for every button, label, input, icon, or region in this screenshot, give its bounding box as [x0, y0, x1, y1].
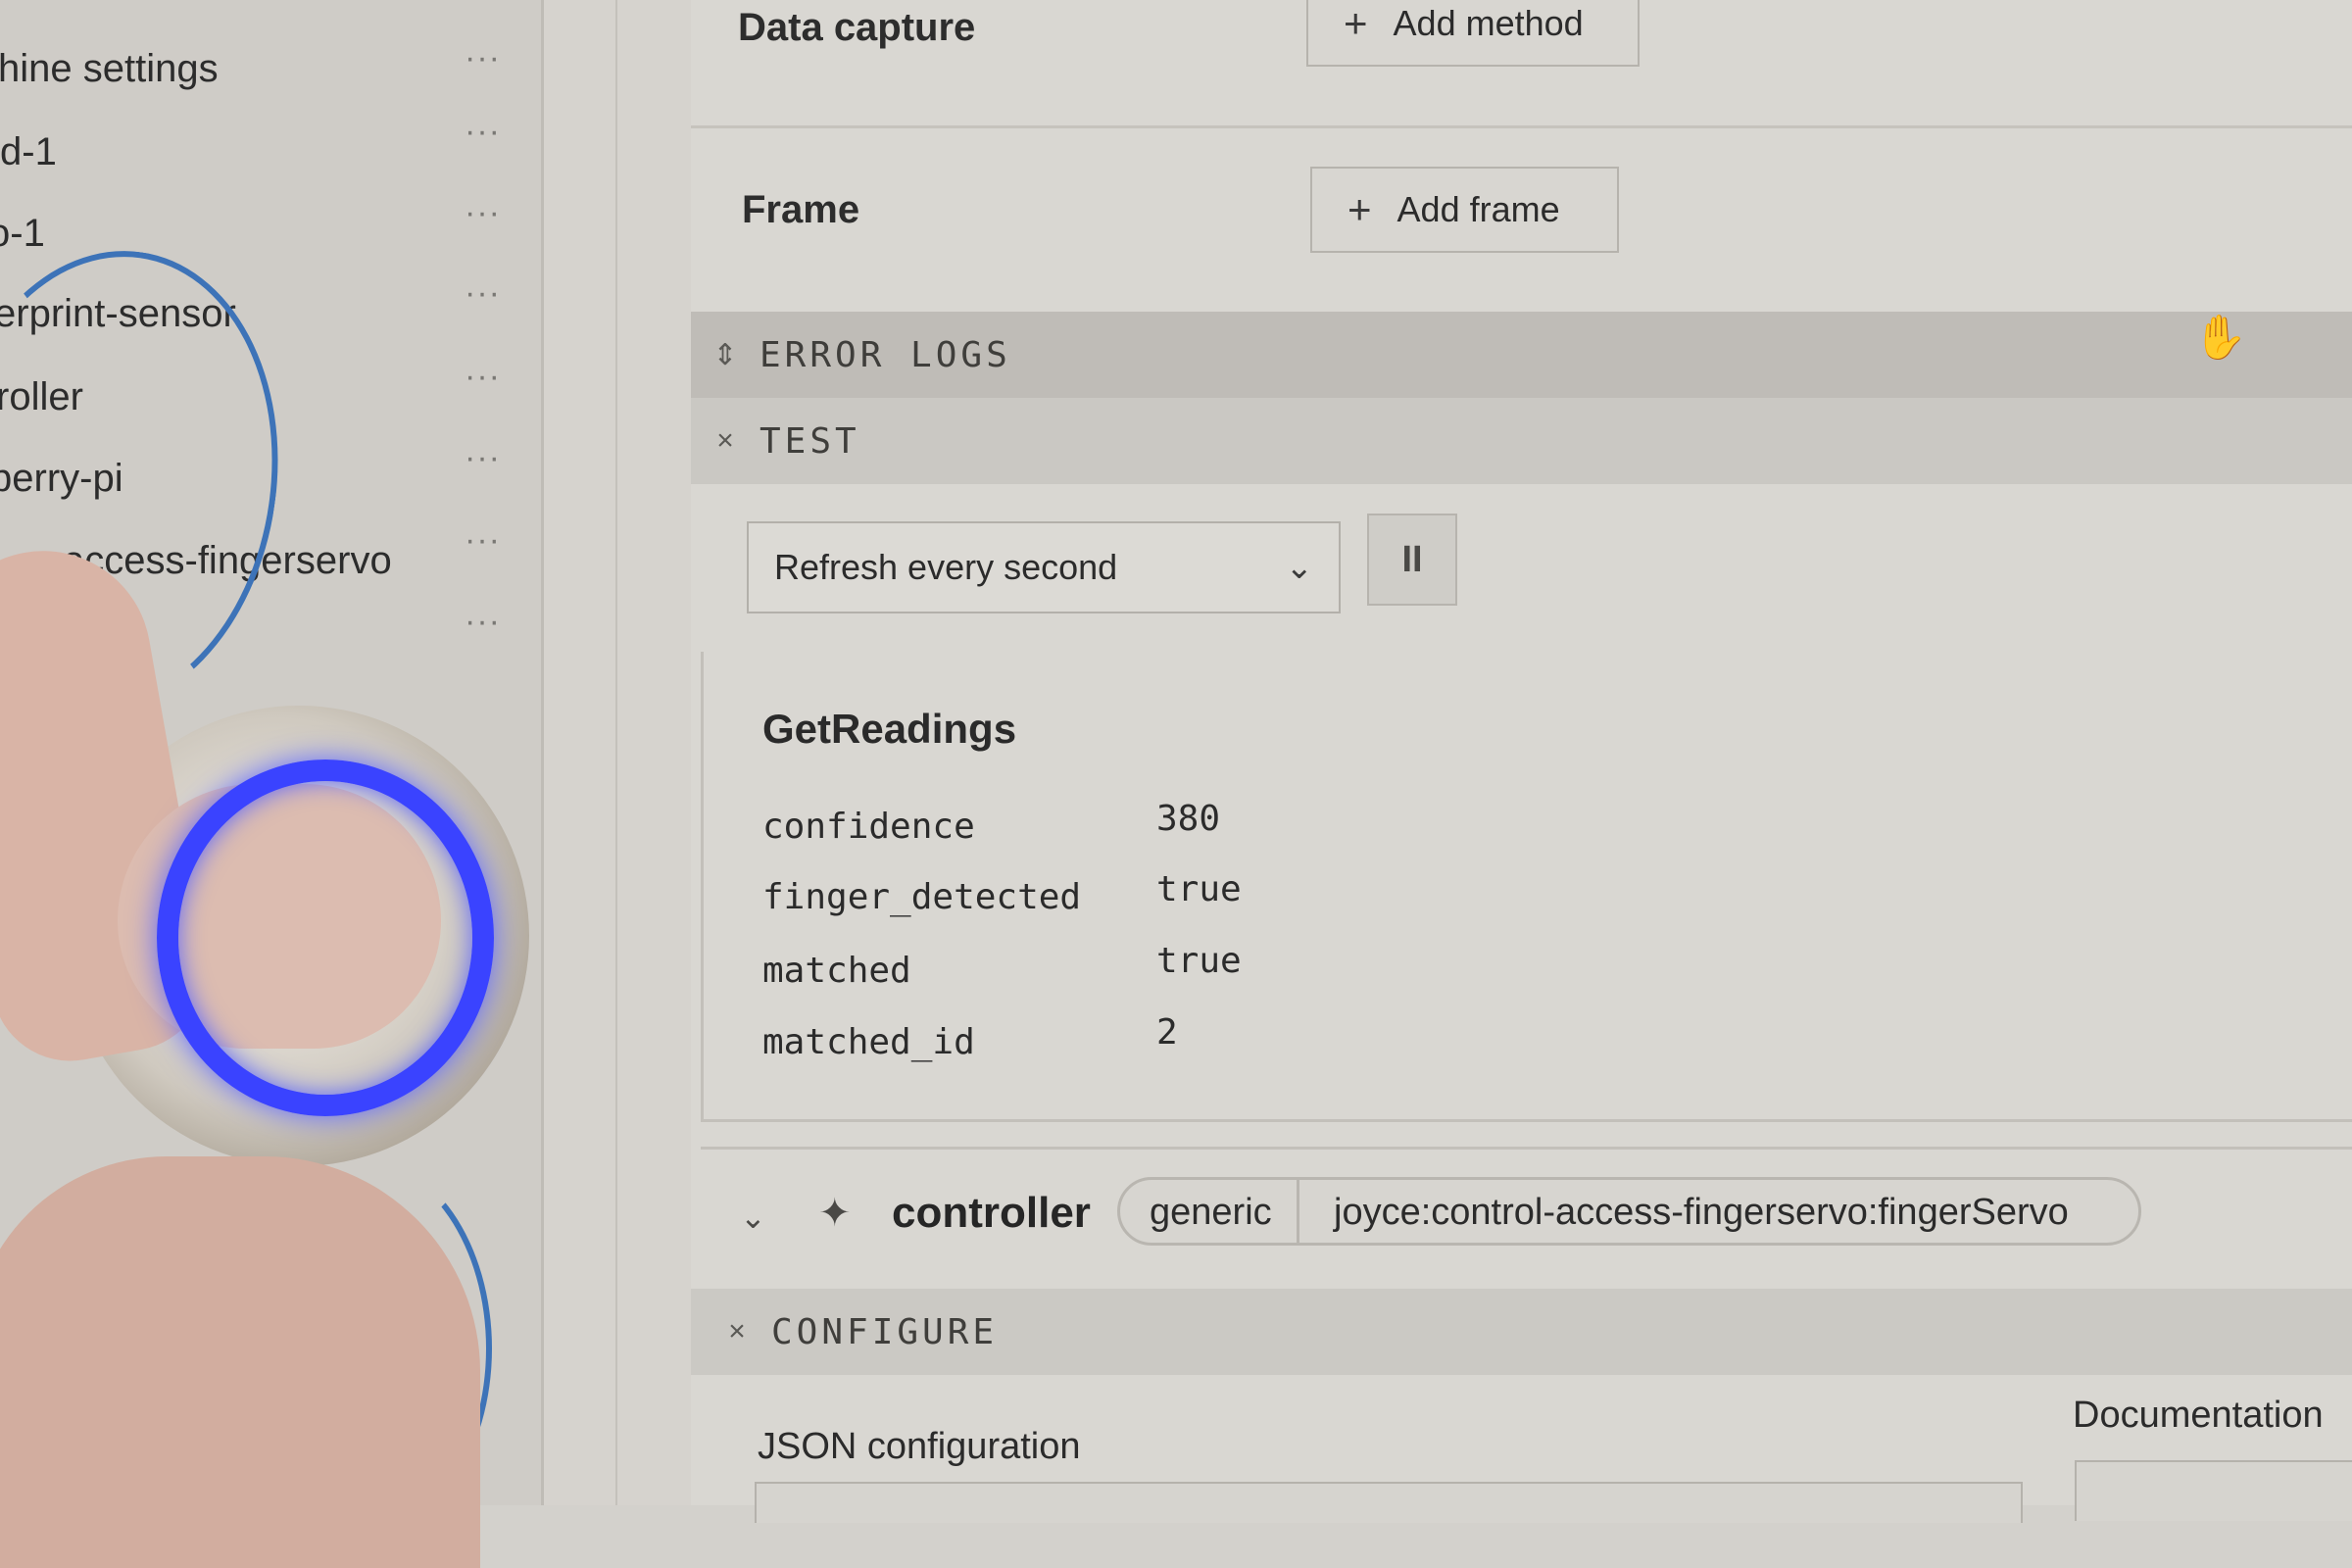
divider	[691, 125, 2352, 128]
more-options-icon[interactable]: ···	[465, 439, 501, 477]
pause-button[interactable]: II	[1367, 514, 1457, 606]
component-type: generic	[1150, 1192, 1272, 1233]
sidebar-item[interactable]: o-1 ···	[0, 194, 529, 263]
add-frame-button[interactable]: + Add frame	[1310, 167, 1619, 253]
gutter	[544, 0, 691, 1505]
configure-label: CONFIGURE	[771, 1311, 999, 1352]
reading-key: matched_id	[762, 1022, 975, 1062]
chevron-down-icon[interactable]: ⌄	[740, 1199, 766, 1236]
collapse-icon: ×	[716, 424, 734, 457]
reading-key: matched	[762, 951, 911, 991]
add-frame-label: Add frame	[1396, 189, 1560, 229]
add-method-label: Add method	[1393, 3, 1584, 43]
reading-value: 380	[1156, 799, 1221, 839]
collapse-icon: ×	[728, 1315, 746, 1348]
readings-card: GetReadings confidence 380 finger_detect…	[701, 652, 2352, 1122]
more-options-icon[interactable]: ···	[465, 358, 501, 396]
controller-component-row[interactable]: ⌄ ✦ controller generic joyce:control-acc…	[701, 1147, 2352, 1297]
sidebar-item-label: d-1	[0, 130, 57, 173]
more-options-icon[interactable]: ···	[465, 603, 501, 641]
sidebar-item[interactable]: d-1 ···	[0, 113, 529, 181]
pill-separator	[1297, 1177, 1299, 1246]
chevron-down-icon: ⌄	[1285, 549, 1314, 586]
documentation-label: Documentation	[2073, 1395, 2324, 1436]
configure-section-header[interactable]: × CONFIGURE	[691, 1289, 2352, 1375]
more-options-icon[interactable]: ···	[465, 113, 501, 151]
gutter-divider	[615, 0, 617, 1505]
component-model: joyce:control-access-fingerservo:fingerS…	[1334, 1192, 2069, 1233]
plus-icon: +	[1344, 0, 1368, 46]
test-section-header[interactable]: × TEST	[691, 398, 2352, 484]
sparkle-icon: ✦	[818, 1192, 852, 1235]
reading-value: true	[1156, 941, 1242, 981]
data-capture-title: Data capture	[738, 6, 976, 49]
readings-title: GetReadings	[762, 706, 1017, 752]
hand-cursor-icon: ✋	[2193, 314, 2247, 362]
plus-icon: +	[1348, 186, 1372, 232]
sidebar-item-label: hine settings	[0, 47, 219, 90]
more-options-icon[interactable]: ···	[465, 194, 501, 232]
more-options-icon[interactable]: ···	[465, 521, 501, 560]
refresh-interval-value: Refresh every second	[774, 547, 1118, 587]
documentation-box[interactable]	[2075, 1460, 2352, 1521]
sidebar-item[interactable]: hine settings ···	[0, 29, 529, 98]
sidebar-item-label: o-1	[0, 212, 45, 255]
more-options-icon[interactable]: ···	[465, 39, 501, 77]
reading-key: confidence	[762, 807, 975, 847]
frame-title: Frame	[742, 188, 860, 231]
refresh-interval-select[interactable]: Refresh every second ⌄	[747, 521, 1341, 613]
reading-value: true	[1156, 869, 1242, 909]
add-method-button[interactable]: + Add method	[1306, 0, 1640, 67]
finger-photo	[0, 1156, 480, 1568]
more-options-icon[interactable]: ···	[465, 274, 501, 313]
expand-icon: ⇕	[712, 338, 738, 371]
main-panel: Data capture + Add method Frame + Add fr…	[691, 0, 2352, 1523]
reading-key: finger_detected	[762, 877, 1082, 917]
error-logs-label: ERROR LOGS	[760, 334, 1011, 375]
error-logs-section-header[interactable]: ⇕ ERROR LOGS	[691, 312, 2352, 398]
pause-icon: II	[1401, 538, 1423, 580]
test-label: TEST	[760, 420, 860, 462]
component-name: controller	[892, 1189, 1091, 1237]
component-model-pill: generic joyce:control-access-fingerservo…	[1117, 1177, 2141, 1246]
json-editor[interactable]	[755, 1482, 2023, 1523]
led-ring-glow	[157, 760, 494, 1116]
reading-value: 2	[1156, 1012, 1178, 1053]
json-configuration-label: JSON configuration	[758, 1426, 1081, 1467]
